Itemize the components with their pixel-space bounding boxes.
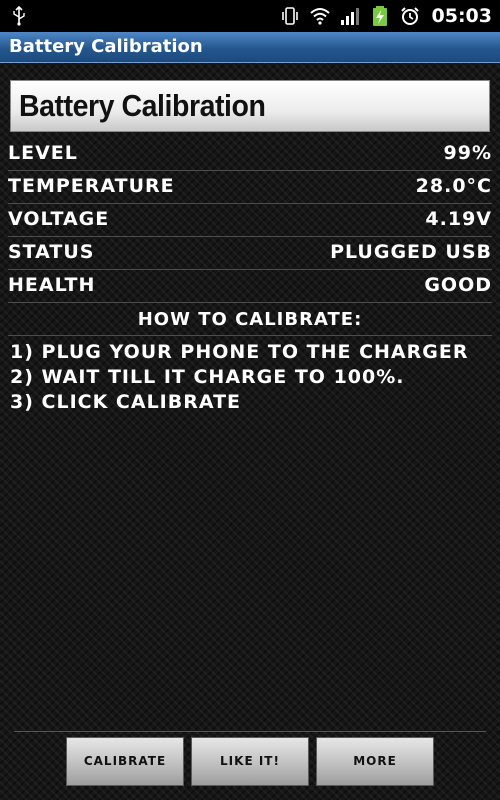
info-row-level: LEVEL 99% bbox=[8, 138, 492, 168]
usb-icon bbox=[13, 6, 25, 26]
calibrate-button[interactable]: CALIBRATE bbox=[66, 737, 184, 786]
signal-icon bbox=[340, 8, 359, 25]
instruction-step: 2) WAIT TILL IT CHARGE TO 100%. bbox=[10, 366, 405, 388]
bottom-divider bbox=[14, 731, 486, 732]
header-title: Battery Calibration bbox=[19, 88, 266, 123]
voltage-label: VOLTAGE bbox=[8, 208, 110, 230]
alarm-icon bbox=[400, 7, 419, 25]
app-title-bar: Battery Calibration bbox=[0, 32, 500, 63]
row-divider bbox=[8, 302, 492, 303]
health-label: HEALTH bbox=[8, 274, 96, 296]
header-banner: Battery Calibration bbox=[10, 80, 490, 132]
instruction-step: 1) PLUG YOUR PHONE TO THE CHARGER bbox=[10, 341, 469, 363]
instructions-list: 1) PLUG YOUR PHONE TO THE CHARGER 2) WAI… bbox=[10, 340, 480, 415]
row-divider bbox=[8, 335, 492, 336]
more-button[interactable]: MORE bbox=[316, 737, 434, 786]
info-row-temperature: TEMPERATURE 28.0°C bbox=[8, 171, 492, 201]
level-label: LEVEL bbox=[8, 142, 78, 164]
status-label: STATUS bbox=[8, 241, 95, 263]
health-value: GOOD bbox=[424, 274, 492, 296]
status-time: 05:03 bbox=[431, 5, 492, 27]
level-value: 99% bbox=[443, 142, 492, 164]
wifi-icon bbox=[309, 8, 330, 25]
temperature-label: TEMPERATURE bbox=[8, 175, 175, 197]
info-row-health: HEALTH GOOD bbox=[8, 270, 492, 300]
battery-charging-icon bbox=[372, 6, 387, 26]
instructions-heading: HOW TO CALIBRATE: bbox=[137, 309, 363, 330]
status-bar: 05:03 bbox=[0, 0, 500, 32]
info-row-voltage: VOLTAGE 4.19V bbox=[8, 204, 492, 234]
voltage-value: 4.19V bbox=[425, 208, 492, 230]
status-value: PLUGGED USB bbox=[330, 241, 492, 263]
like-it-button[interactable]: LIKE IT! bbox=[191, 737, 309, 786]
temperature-value: 28.0°C bbox=[415, 175, 492, 197]
instruction-step: 3) CLICK CALIBRATE bbox=[10, 391, 242, 413]
vibrate-icon bbox=[281, 7, 298, 25]
info-row-status: STATUS PLUGGED USB bbox=[8, 237, 492, 267]
app-title: Battery Calibration bbox=[9, 36, 203, 57]
